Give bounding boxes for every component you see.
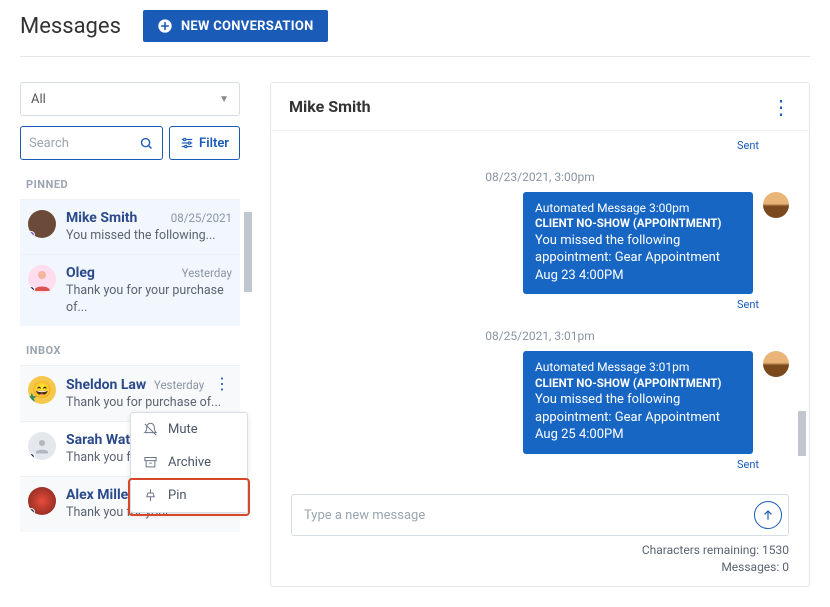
archive-icon [143, 455, 158, 470]
avatar [28, 265, 56, 293]
conversation-name: Mike Smith [66, 210, 137, 226]
caret-down-icon: ▼ [219, 94, 229, 105]
message-status: Sent [291, 298, 789, 311]
menu-label: Archive [168, 455, 211, 470]
conversation-kebab-icon[interactable]: ⋮ [212, 376, 232, 392]
star-icon: ★ [28, 391, 38, 404]
new-conversation-label: NEW CONVERSATION [181, 19, 314, 34]
send-button[interactable] [754, 501, 782, 529]
conversation-date: 08/25/2021 [171, 211, 232, 225]
page-title: Messages [20, 14, 121, 39]
status-dot [28, 231, 35, 238]
avatar [28, 432, 56, 460]
section-label-pinned: PINNED [20, 160, 240, 199]
compose-box[interactable] [291, 494, 789, 536]
conversation-date: Yesterday [182, 266, 232, 280]
message-status: Sent [291, 458, 789, 471]
avatar [28, 487, 56, 515]
message-tag: CLIENT NO-SHOW (APPOINTMENT) [535, 376, 741, 392]
section-label-inbox: INBOX [20, 326, 240, 365]
menu-item-archive[interactable]: Archive [131, 446, 247, 479]
conversation-preview: Thank you for purchase of... [66, 395, 232, 411]
conversation-name: Alex Miller [66, 487, 133, 503]
sidebar: All ▼ Filter PINNED Mike Smith08/25 [20, 82, 240, 587]
filter-button-label: Filter [199, 136, 229, 151]
status-dot [28, 286, 35, 293]
compose-counters: Characters remaining: 1530 Messages: 0 [291, 542, 789, 576]
menu-label: Pin [168, 488, 187, 503]
message-bubble: Automated Message 3:01pm CLIENT NO-SHOW … [523, 351, 753, 453]
new-conversation-button[interactable]: NEW CONVERSATION [143, 10, 328, 42]
search-input-wrap[interactable] [20, 126, 163, 160]
chat-scrollbar[interactable] [798, 131, 806, 486]
filter-select[interactable]: All ▼ [20, 82, 240, 116]
menu-item-pin[interactable]: Pin [131, 479, 247, 512]
filter-button[interactable]: Filter [169, 126, 240, 160]
conversation-preview: You missed the following... [66, 228, 232, 244]
arrow-up-icon [761, 508, 775, 522]
filter-select-value: All [31, 92, 46, 107]
bell-off-icon [143, 422, 158, 437]
chat-panel: Mike Smith ⋮ Sent 08/23/2021, 3:00pm Aut… [270, 82, 810, 587]
message-header: Automated Message 3:01pm [535, 359, 741, 375]
menu-item-mute[interactable]: Mute [131, 413, 247, 446]
search-input[interactable] [29, 136, 135, 151]
message-timestamp: 08/23/2021, 3:00pm [291, 170, 789, 184]
message-status: Sent [291, 139, 789, 152]
message-timestamp: 08/25/2021, 3:01pm [291, 329, 789, 343]
message-header: Automated Message 3:00pm [535, 200, 741, 216]
avatar [28, 210, 56, 238]
message-body: You missed the following appointment: Ge… [535, 232, 741, 285]
search-icon[interactable] [139, 136, 154, 151]
avatar: 😄★ [28, 376, 56, 404]
sender-avatar [763, 351, 789, 377]
conversation-item[interactable]: Oleg Yesterday Thank you for your purchas… [20, 254, 240, 326]
message-bubble: Automated Message 3:00pm CLIENT NO-SHOW … [523, 192, 753, 294]
status-dot [28, 453, 35, 460]
message-body: You missed the following appointment: Ge… [535, 391, 741, 444]
chat-kebab-icon[interactable]: ⋮ [771, 101, 791, 113]
status-dot [28, 508, 35, 515]
sender-avatar [763, 192, 789, 218]
chat-body: Sent 08/23/2021, 3:00pm Automated Messag… [271, 131, 809, 486]
plus-circle-icon [157, 18, 173, 34]
message-tag: CLIENT NO-SHOW (APPOINTMENT) [535, 216, 741, 232]
pin-icon [143, 488, 158, 503]
menu-label: Mute [168, 422, 198, 437]
conversation-item[interactable]: Mike Smith 08/25/2021 You missed the foll… [20, 199, 240, 254]
sliders-icon [180, 136, 194, 150]
conversation-preview: Thank you for your purchase of... [66, 283, 232, 316]
context-menu: Mute Archive Pin [130, 412, 248, 513]
compose-input[interactable] [304, 508, 746, 523]
conversation-name: Sheldon Law [66, 377, 146, 393]
conversation-name: Oleg [66, 265, 95, 281]
conversation-date: Yesterday [154, 378, 204, 392]
chat-contact-name: Mike Smith [289, 97, 371, 116]
